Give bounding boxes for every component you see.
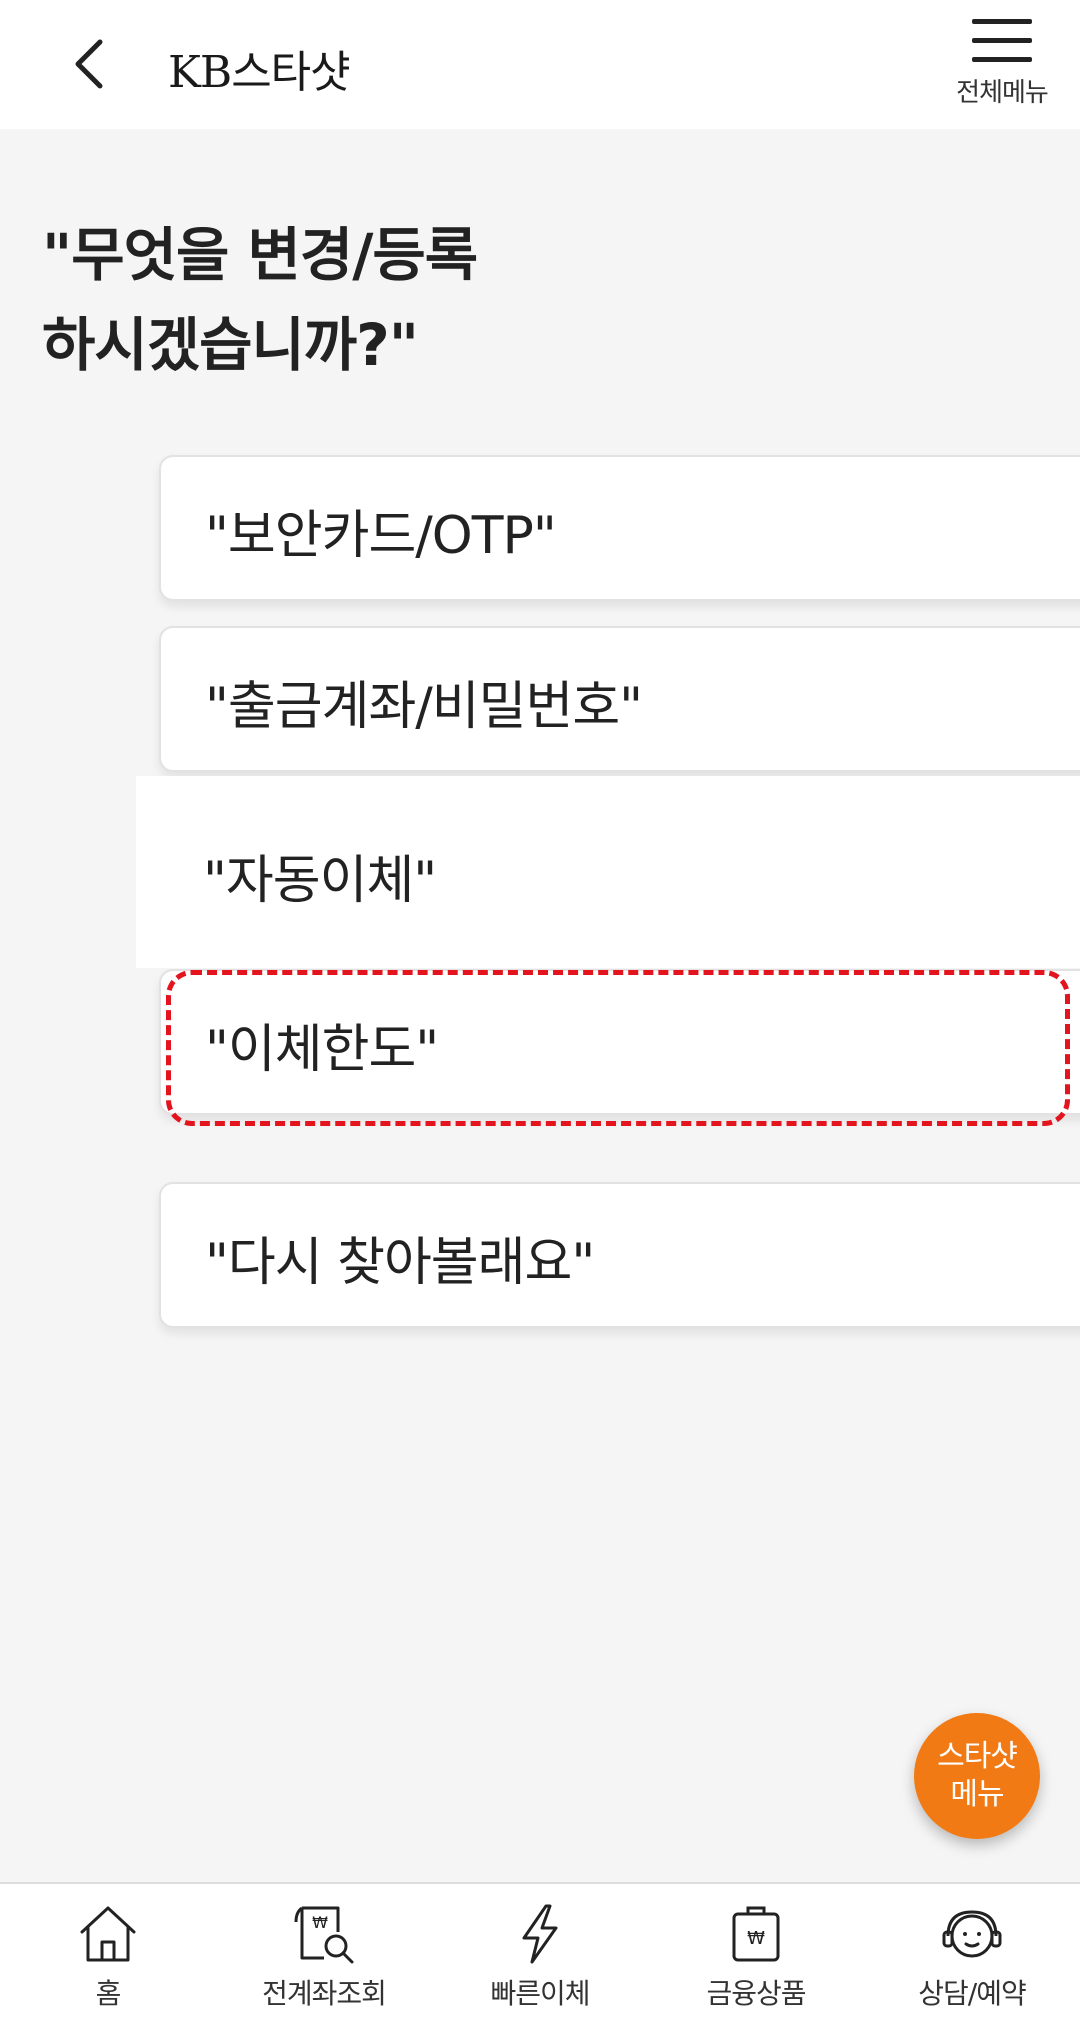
option-security-card-otp[interactable]: "보안카드/OTP" [159,455,1080,601]
top-app-bar: KB스타샷 전체메뉴 [0,0,1080,129]
option-label: "보안카드/OTP" [205,506,557,566]
svg-text:₩: ₩ [312,1913,328,1932]
tab-quick-transfer[interactable]: 빠른이체 [432,1884,648,2025]
tab-label: 금융상품 [706,1977,806,2010]
tab-financial-products[interactable]: ₩ 금융상품 [648,1884,864,2025]
finance-bag-icon: ₩ [732,1906,780,1962]
tab-consult-reservation[interactable]: 상담/예약 [864,1884,1080,2025]
home-icon [80,1906,136,1962]
bottom-tab-bar: 홈 ₩ 전계좌조회 빠른이체 ₩ 금융상품 상담/예약 [0,1882,1080,2025]
full-menu-label: 전체메뉴 [956,78,1049,108]
headset-agent-icon [942,1910,1002,1958]
page-question: "무엇을 변경/등록 하시겠습니까?" [42,221,478,379]
starshot-menu-fab[interactable]: 스타샷 메뉴 [914,1713,1040,1839]
tab-all-accounts[interactable]: ₩ 전계좌조회 [216,1884,432,2025]
back-button[interactable] [48,24,128,104]
option-search-again[interactable]: "다시 찾아볼래요" [159,1182,1080,1328]
option-withdrawal-account-password[interactable]: "출금계좌/비밀번호" [159,626,1080,772]
svg-text:₩: ₩ [747,1928,765,1949]
option-auto-transfer[interactable]: "자동이체" [136,776,1080,968]
tab-label: 전계좌조회 [262,1977,387,2010]
tab-label: 상담/예약 [918,1977,1026,2010]
lightning-icon [522,1904,558,1964]
account-search-icon: ₩ [294,1906,354,1964]
option-label: "이체한도" [205,1020,439,1080]
chevron-left-icon [75,39,103,89]
option-label: "자동이체" [203,851,437,911]
full-menu-button[interactable]: 전체메뉴 [942,16,1062,121]
option-transfer-limit[interactable]: "이체한도" [159,969,1080,1115]
option-label: "출금계좌/비밀번호" [205,677,643,737]
hamburger-icon [972,19,1032,62]
fab-label-line1: 스타샷 [937,1739,1018,1774]
fab-label-line2: 메뉴 [950,1777,1004,1812]
tab-label: 빠른이체 [490,1977,590,2010]
app-title: KB스타샷 [168,47,351,98]
tab-home[interactable]: 홈 [0,1884,216,2025]
tab-label: 홈 [95,1977,122,2010]
option-label: "다시 찾아볼래요" [205,1233,595,1293]
